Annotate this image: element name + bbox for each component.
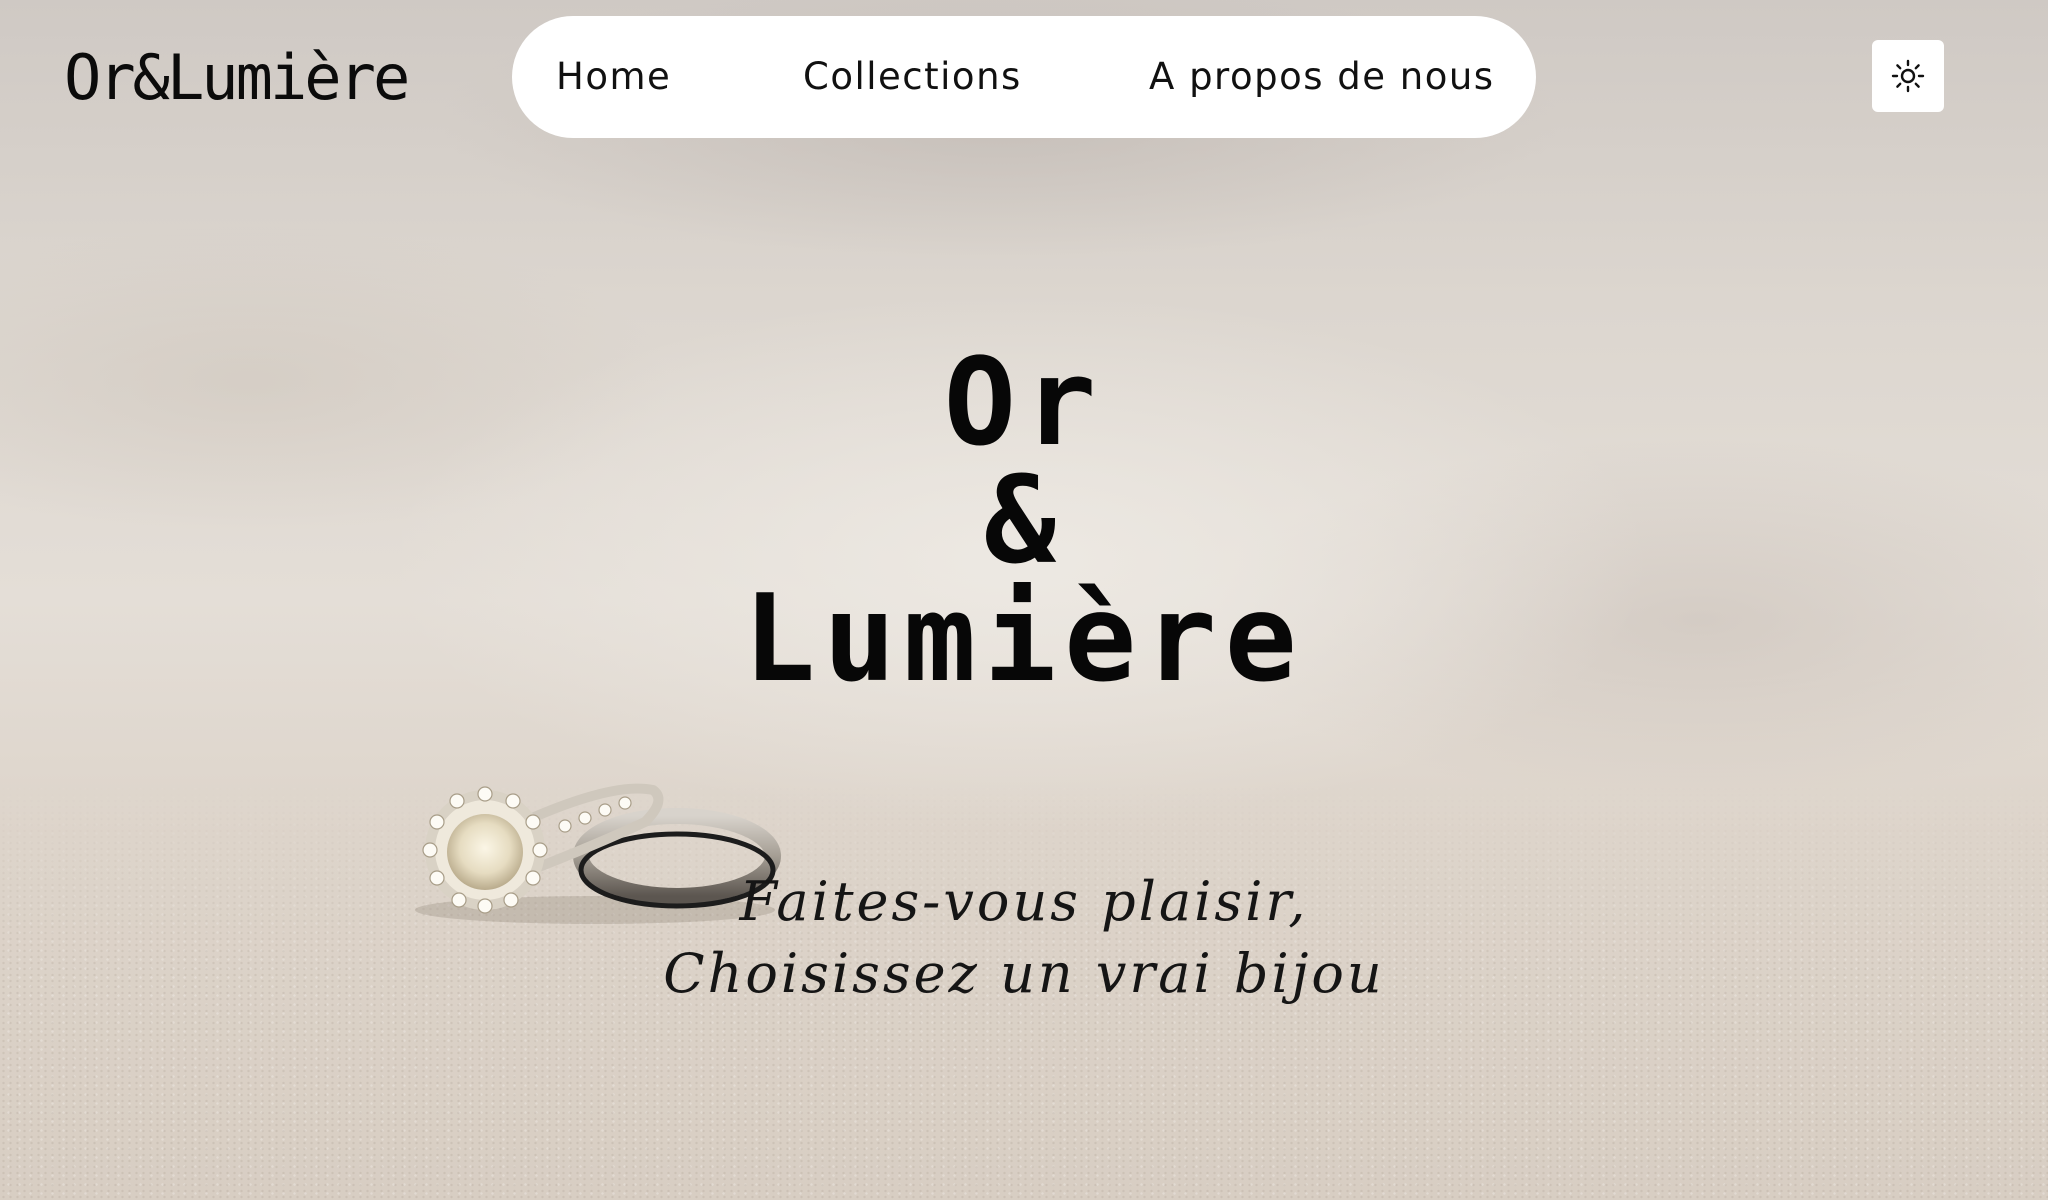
main-navigation: Home Collections A propos de nous (512, 16, 1536, 138)
site-logo[interactable]: Or&Lumière (64, 40, 410, 116)
nav-collections-link[interactable]: Collections (803, 16, 1022, 138)
hero-tagline: Faites-vous plaisir, Choisissez un vrai … (0, 866, 2048, 1010)
nav-home-link[interactable]: Home (556, 16, 671, 138)
sun-icon (1891, 59, 1925, 93)
nav-about-link[interactable]: A propos de nous (1149, 16, 1495, 138)
theme-toggle-button[interactable] (1872, 40, 1944, 112)
hero-title-line-or: Or (943, 334, 1105, 473)
hero-title: Or & Lumière (0, 334, 2048, 709)
hero-title-line-ampersand: & (983, 452, 1065, 591)
tagline-line-1: Faites-vous plaisir, (739, 870, 1309, 933)
hero-title-line-lumiere: Lumière (743, 570, 1305, 709)
tagline-line-2: Choisissez un vrai bijou (663, 942, 1385, 1005)
